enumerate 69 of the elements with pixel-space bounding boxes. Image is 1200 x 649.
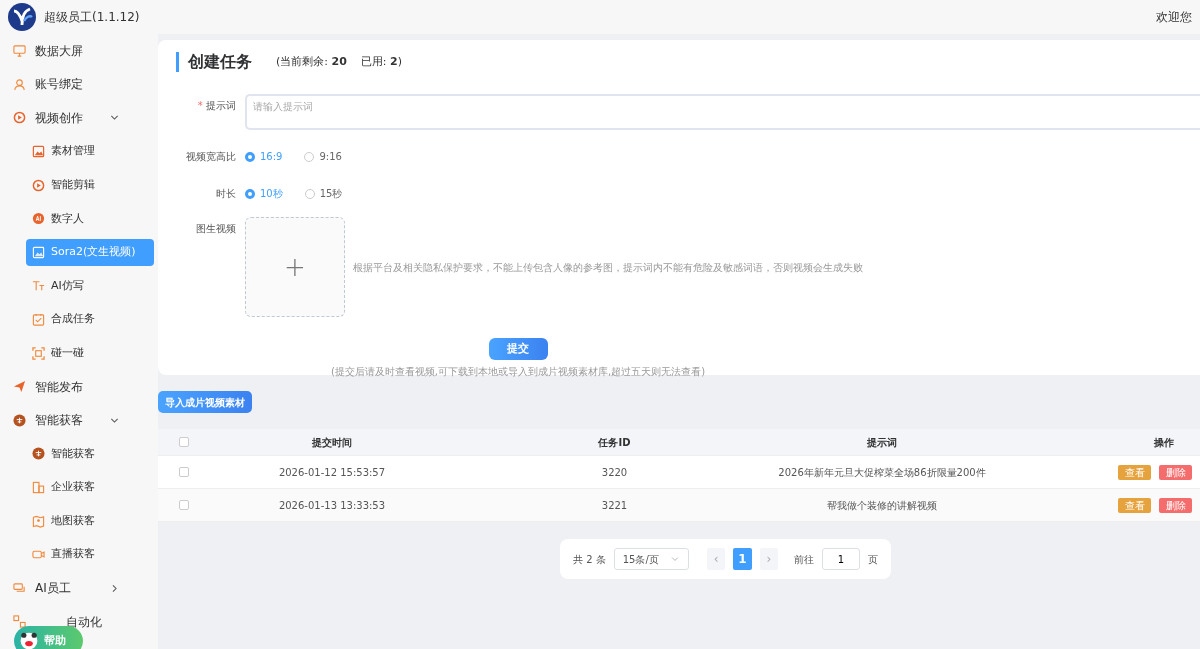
sidebar-item[interactable]: AI员工 bbox=[0, 571, 158, 606]
sidebar-item[interactable]: 企业获客 bbox=[26, 470, 154, 505]
total-count: 共 2 条 bbox=[573, 552, 606, 567]
welcome-text: 欢迎您 bbox=[1156, 9, 1192, 26]
field-label: 视频宽高比 bbox=[185, 150, 236, 164]
badge-icon bbox=[13, 413, 26, 427]
page-size-select[interactable]: 15条/页 bbox=[613, 548, 690, 570]
prompt-field[interactable]: 请输入提示词 bbox=[245, 94, 1200, 130]
sidebar-item[interactable]: 碰一碰 bbox=[26, 336, 154, 370]
play-circle-icon bbox=[13, 111, 26, 125]
submit-note: (提交后请及时查看视频,可下载到本地或导入到成片视频素材库,超过五天则无法查看) bbox=[330, 365, 706, 379]
map-icon bbox=[32, 514, 45, 528]
column-header: 提示词 bbox=[866, 435, 898, 450]
building-icon bbox=[32, 481, 45, 494]
play-circle-icon bbox=[32, 178, 45, 192]
upload-box[interactable]: + bbox=[245, 217, 345, 317]
sidebar-item[interactable]: 素材管理 bbox=[26, 134, 154, 169]
sidebar-item[interactable]: 智能获客 bbox=[0, 403, 158, 438]
page-unit: 页 bbox=[868, 552, 878, 567]
chevron-down-icon bbox=[670, 554, 681, 564]
sidebar-item[interactable]: 地图获客 bbox=[26, 504, 154, 538]
sidebar-item[interactable]: 视频创作 bbox=[0, 101, 158, 135]
badge-icon bbox=[32, 447, 45, 461]
required-mark: * bbox=[197, 100, 203, 111]
checkbox[interactable] bbox=[179, 437, 189, 447]
table-cell-text: 2026-01-12 15:53:57 bbox=[277, 465, 387, 480]
paper-plane-icon bbox=[13, 380, 26, 394]
field-label: 图生视频 bbox=[195, 222, 236, 236]
column-header: 任务ID bbox=[597, 435, 632, 450]
sidebar-item[interactable]: 直播获客 bbox=[26, 537, 154, 572]
checklist-icon bbox=[32, 313, 45, 327]
sidebar-item[interactable]: 智能获客 bbox=[26, 437, 154, 471]
mascot-icon bbox=[20, 632, 38, 649]
user-icon bbox=[13, 77, 26, 91]
page-number-field[interactable]: 1 bbox=[822, 548, 860, 570]
table-cell-text: 3220 bbox=[600, 465, 629, 480]
table-cell-text: 3221 bbox=[600, 498, 629, 513]
table-cell-text: 2026年新年元旦大促榨菜全场86折限量200件 bbox=[777, 465, 987, 480]
workflow-icon bbox=[13, 615, 26, 629]
scan-icon bbox=[32, 346, 45, 360]
hint-text: 根据平台及相关隐私保护要求，不能上传包含人像的参考图，提示词内不能有危险及敏感词语，否则视频会生成失败 bbox=[353, 260, 863, 275]
table-cell-text: 帮我做个装修的讲解视频 bbox=[826, 498, 938, 513]
image-icon bbox=[32, 145, 45, 159]
goto-label: 前往 bbox=[794, 552, 814, 567]
sidebar-item[interactable]: 合成任务 bbox=[26, 302, 154, 337]
sidebar-item[interactable]: 数据大屏 bbox=[0, 34, 158, 68]
image-icon bbox=[32, 245, 45, 259]
text-icon bbox=[32, 279, 45, 293]
page-title: 创建任务 bbox=[176, 52, 252, 72]
logo-icon bbox=[8, 3, 36, 31]
column-header: 提交时间 bbox=[311, 435, 353, 450]
sidebar-item[interactable]: 智能剪辑 bbox=[26, 168, 154, 202]
monitor-icon bbox=[13, 44, 26, 58]
checkbox[interactable] bbox=[179, 500, 189, 510]
app-title: 超级员工(1.1.12) bbox=[44, 9, 140, 26]
checkbox[interactable] bbox=[179, 467, 189, 477]
table-cell-text: 2026-01-13 13:33:53 bbox=[277, 498, 387, 513]
field-label: 时长 bbox=[215, 187, 236, 201]
radio-option[interactable]: 15秒 bbox=[304, 186, 343, 201]
ai-icon bbox=[32, 212, 45, 226]
column-header: 操作 bbox=[1153, 435, 1175, 450]
sidebar-item[interactable]: 账号绑定 bbox=[0, 67, 158, 102]
quota-text: (当前剩余: 20 已用: 2) bbox=[276, 53, 402, 70]
sidebar-item[interactable]: 智能发布 bbox=[0, 369, 158, 404]
field-label: * 提示词 bbox=[196, 99, 236, 113]
radio-option[interactable]: 9:16 bbox=[304, 149, 342, 164]
sidebar-item[interactable]: AI仿写 bbox=[26, 269, 154, 303]
chat-icon bbox=[13, 581, 26, 595]
sidebar-item[interactable]: 数字人 bbox=[26, 201, 154, 236]
